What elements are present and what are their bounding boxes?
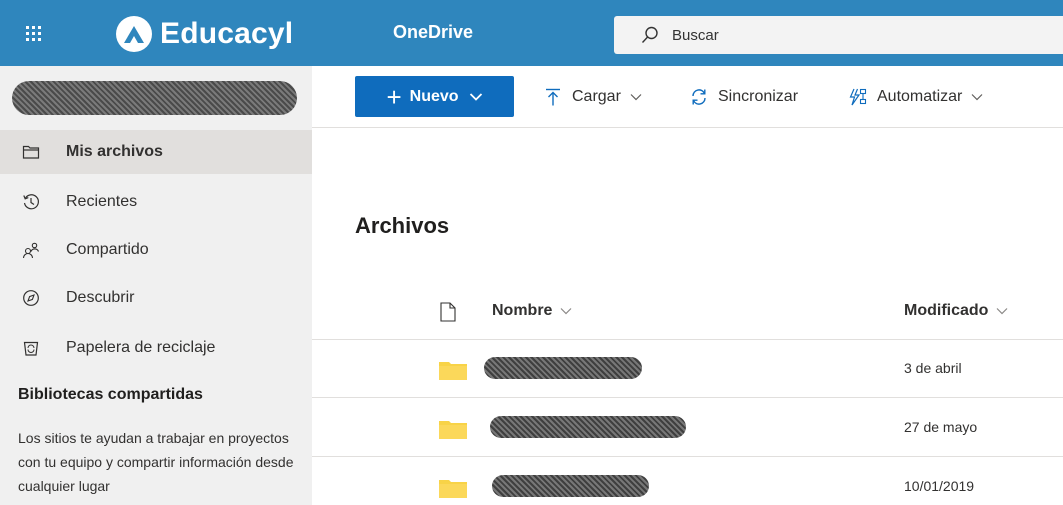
table-row[interactable]: 10/01/2019 [312,458,1063,505]
shared-libraries-description: Los sitios te ayudan a trabajar en proye… [18,430,294,494]
sidebar-item-descubrir[interactable]: Descubrir [0,276,312,320]
sync-button[interactable]: Sincronizar [689,86,798,108]
shared-libraries-heading: Bibliotecas compartidas [18,386,203,403]
chevron-down-icon [469,92,482,101]
folder-icon [22,145,40,159]
page-title: Archivos [355,213,450,238]
column-header-name[interactable]: Nombre [492,302,572,320]
file-name-redacted[interactable] [490,416,686,438]
file-type-icon[interactable] [440,302,456,322]
file-name-redacted[interactable] [484,357,642,379]
compass-icon [23,290,39,306]
chevron-down-icon [561,308,572,315]
brand-name: Educacyl [160,17,294,50]
file-name-redacted[interactable] [492,475,649,497]
sidebar-item-papelera[interactable]: Papelera de reciclaje [0,326,312,370]
new-button[interactable]: + Nuevo [355,76,514,117]
automate-button[interactable]: Automatizar [848,86,983,108]
automate-flow-icon [849,88,867,106]
user-name-redacted[interactable] [12,81,297,115]
brand-logo-link[interactable]: Educacyl [116,15,293,53]
plus-icon: + [386,81,402,112]
app-name-link[interactable]: OneDrive [393,22,473,43]
people-icon [22,242,40,259]
upload-icon [546,88,560,106]
chevron-down-icon [630,94,642,101]
search-icon [641,26,658,43]
new-button-label: Nuevo [409,87,459,105]
recycle-bin-icon [23,341,39,356]
automate-label: Automatizar [877,88,963,105]
table-row[interactable]: 27 de mayo [312,399,1063,457]
sidebar-item-label: Recientes [66,193,138,210]
chevron-down-icon [971,94,983,101]
sidebar-item-recientes[interactable]: Recientes [0,180,312,224]
modified-date: 27 de mayo [904,419,978,435]
sidebar-item-compartido[interactable]: Compartido [0,228,312,272]
file-list-header: Nombre Modificado [312,280,1063,340]
app-launcher-button[interactable] [0,0,66,66]
educacyl-logo-icon [116,16,152,52]
folder-icon [439,421,467,439]
modified-date: 10/01/2019 [904,478,975,494]
modified-date: 3 de abril [904,360,962,376]
upload-button[interactable]: Cargar [543,86,642,108]
column-name-label: Nombre [492,302,553,319]
history-icon [23,194,39,210]
search-input[interactable]: Buscar [672,27,719,44]
table-row[interactable]: 3 de abril [312,340,1063,398]
waffle-icon [25,25,41,41]
upload-label: Cargar [572,88,621,105]
chevron-down-icon [997,308,1008,315]
sidebar-item-label: Papelera de reciclaje [66,339,216,356]
search-box[interactable]: Buscar [614,16,1063,54]
sidebar-item-mis-archivos[interactable]: Mis archivos [0,130,312,174]
command-bar: + Nuevo Cargar Sincronizar Automatizar [312,66,1063,128]
column-header-modified[interactable]: Modificado [904,302,1008,320]
sync-label: Sincronizar [718,88,799,105]
column-modified-label: Modificado [904,302,989,319]
sidebar-item-label: Mis archivos [66,143,163,160]
folder-icon [439,362,467,380]
sync-icon [692,89,706,105]
sidebar-item-label: Compartido [66,241,149,258]
sidebar-item-label: Descubrir [66,289,135,306]
folder-icon [439,480,467,498]
top-bar: Educacyl OneDrive Buscar [0,0,1063,66]
left-navigation: Mis archivos Recientes Compartido Descub… [0,66,312,505]
